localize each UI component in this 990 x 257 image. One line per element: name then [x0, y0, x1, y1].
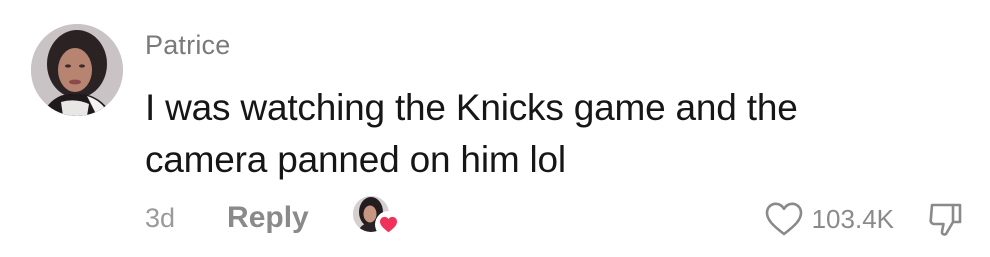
heart-outline-icon[interactable]	[764, 201, 804, 237]
comment-timestamp: 3d	[145, 202, 176, 233]
comment-text: I was watching the Knicks game and the c…	[145, 87, 798, 180]
user-avatar[interactable]	[31, 24, 123, 116]
heart-icon	[374, 211, 402, 238]
liked-by-creator-badge	[352, 196, 402, 240]
thumbs-down-icon[interactable]	[928, 200, 964, 238]
like-count: 103.4K	[811, 203, 894, 234]
comment-meta: 3d Reply	[145, 196, 402, 240]
like-button[interactable]: 103.4K	[764, 201, 894, 237]
dislike-button[interactable]	[928, 200, 964, 238]
comment-actions: 103.4K	[764, 198, 964, 240]
comment-item: Patrice I was watching the Knicks game a…	[0, 0, 990, 257]
reply-button[interactable]: Reply	[227, 201, 309, 235]
comment-username[interactable]: Patrice	[145, 30, 230, 61]
